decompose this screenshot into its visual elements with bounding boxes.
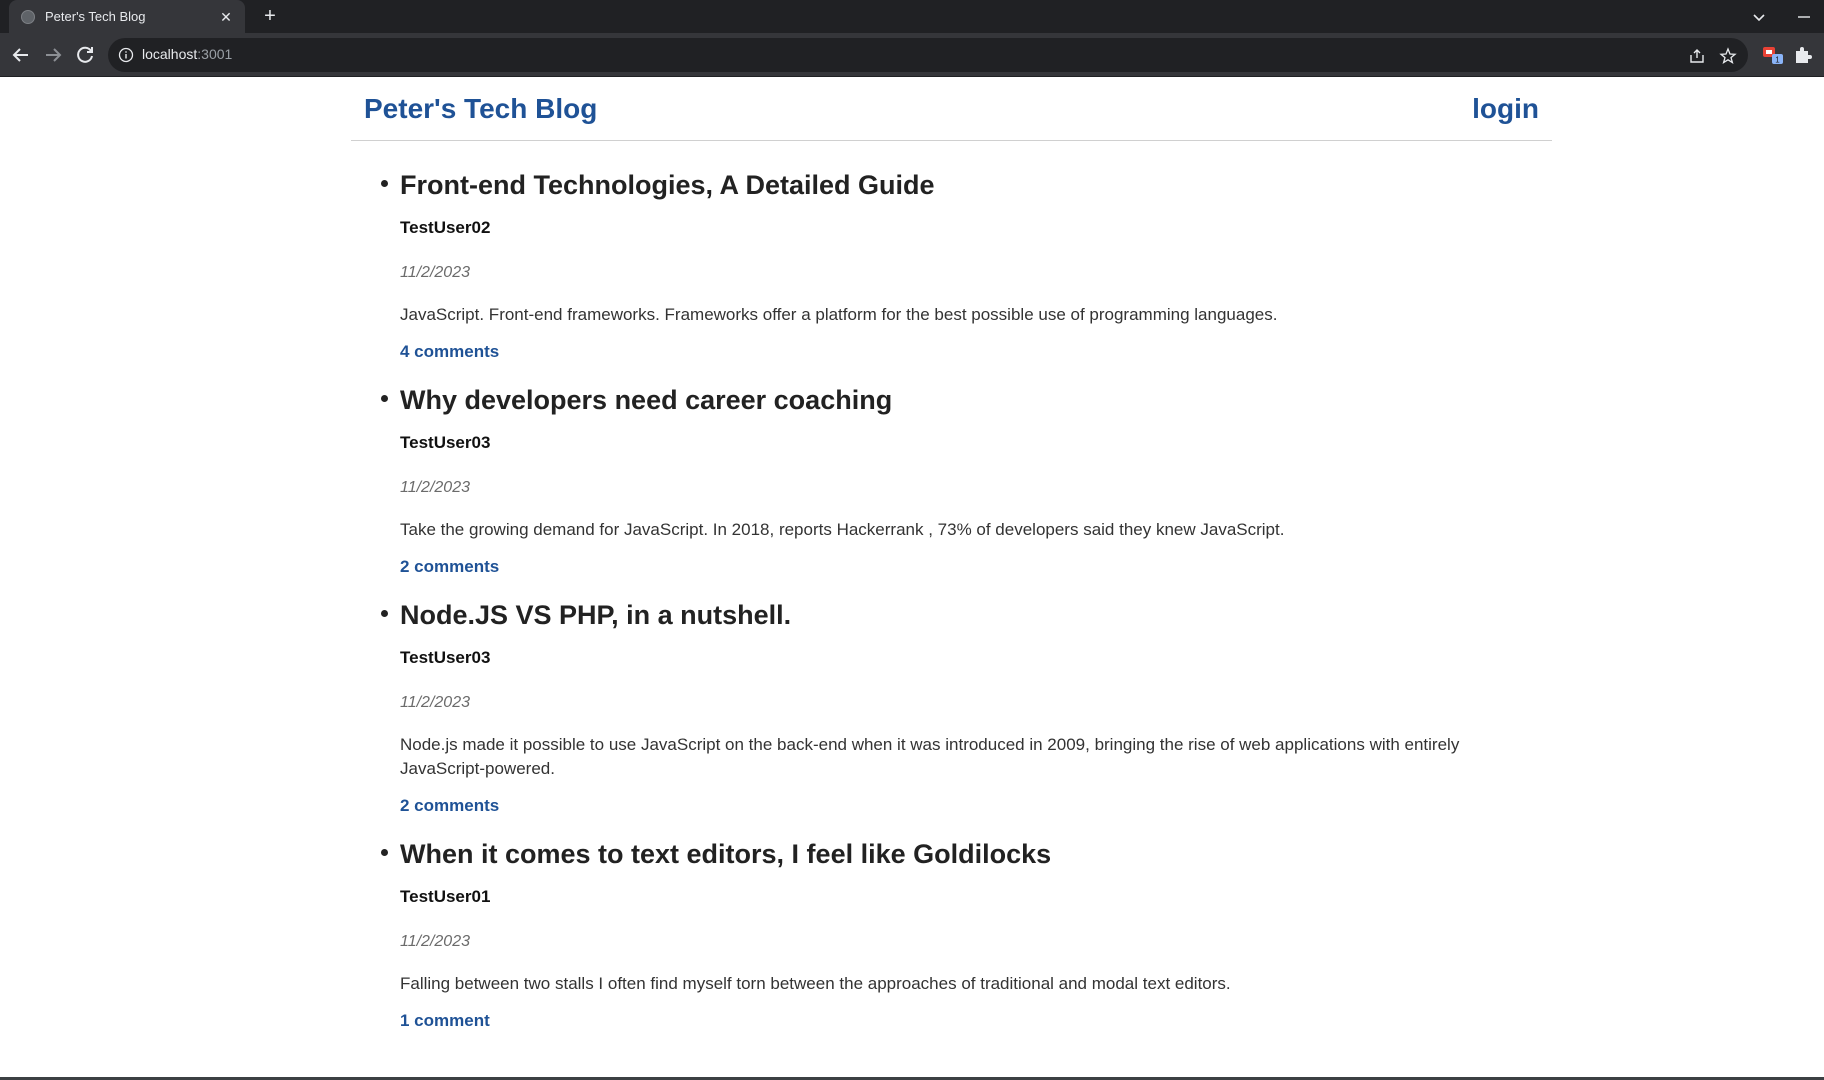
puzzle-icon[interactable] [1791, 42, 1815, 66]
post-author: TestUser01 [400, 887, 491, 906]
post-body: Node.js made it possible to use JavaScri… [400, 735, 1460, 778]
post-date: 11/2/2023 [400, 479, 470, 496]
extension-badge: 1 [1775, 56, 1780, 65]
site-header: Peter's Tech Blog login [351, 77, 1552, 141]
browser-tab[interactable]: Peter's Tech Blog ✕ [9, 0, 245, 33]
url-host: localhost [142, 46, 198, 62]
post-author: TestUser02 [400, 218, 491, 237]
extension-glyph-icon: 1 [1763, 47, 1783, 65]
post-spacer [400, 577, 1550, 600]
chevron-down-icon[interactable] [1748, 6, 1770, 28]
post-date: 11/2/2023 [400, 933, 470, 950]
post-body: Take the growing demand for JavaScript. … [400, 520, 1285, 539]
post-date: 11/2/2023 [400, 694, 470, 711]
browser-toolbar: localhost:3001 1 [0, 33, 1824, 77]
info-icon[interactable] [118, 47, 134, 63]
post-author: TestUser03 [400, 433, 491, 452]
post-comments-link[interactable]: 1 comment [400, 1011, 490, 1031]
globe-icon [21, 9, 35, 24]
post-title[interactable]: Why developers need career coaching [400, 385, 1550, 415]
site-title-link[interactable]: Peter's Tech Blog [364, 93, 597, 125]
post-comments-link[interactable]: 2 comments [400, 796, 499, 816]
post-spacer [400, 816, 1550, 839]
post-date: 11/2/2023 [400, 264, 470, 281]
address-bar[interactable]: localhost:3001 [108, 38, 1748, 72]
post-comments-link[interactable]: 4 comments [400, 342, 499, 362]
post-item: Node.JS VS PHP, in a nutshell. TestUser0… [381, 600, 1550, 839]
post-title[interactable]: When it comes to text editors, I feel li… [400, 839, 1550, 869]
post-author: TestUser03 [400, 648, 491, 667]
tab-title: Peter's Tech Blog [45, 9, 146, 24]
url-port: :3001 [197, 46, 233, 62]
post-body: JavaScript. Front-end frameworks. Framew… [400, 305, 1278, 324]
bullet-icon [381, 849, 388, 856]
minimize-icon[interactable] [1793, 6, 1815, 28]
new-tab-button[interactable]: + [258, 4, 282, 28]
bullet-icon [381, 180, 388, 187]
close-icon[interactable]: ✕ [217, 8, 235, 26]
post-item: Front-end Technologies, A Detailed Guide… [381, 170, 1550, 385]
post-item: Why developers need career coaching Test… [381, 385, 1550, 600]
back-icon[interactable] [9, 43, 33, 67]
post-list: Front-end Technologies, A Detailed Guide… [381, 170, 1550, 1031]
post-item: When it comes to text editors, I feel li… [381, 839, 1550, 1031]
page-content: Peter's Tech Blog login Front-end Techno… [0, 77, 1824, 1077]
login-link[interactable]: login [1472, 93, 1539, 125]
reload-icon[interactable] [73, 43, 97, 67]
post-comments-link[interactable]: 2 comments [400, 557, 499, 577]
bullet-icon [381, 395, 388, 402]
share-icon[interactable] [1688, 47, 1706, 65]
browser-tab-bar: Peter's Tech Blog ✕ + [0, 0, 1824, 33]
star-icon[interactable] [1719, 47, 1737, 65]
post-spacer [400, 362, 1550, 385]
forward-icon[interactable] [41, 43, 65, 67]
post-title[interactable]: Node.JS VS PHP, in a nutshell. [400, 600, 1550, 630]
post-body: Falling between two stalls I often find … [400, 974, 1231, 993]
bullet-icon [381, 610, 388, 617]
url-text[interactable]: localhost:3001 [142, 46, 232, 62]
post-title[interactable]: Front-end Technologies, A Detailed Guide [400, 170, 1550, 200]
extension-icon[interactable]: 1 [1761, 42, 1785, 66]
